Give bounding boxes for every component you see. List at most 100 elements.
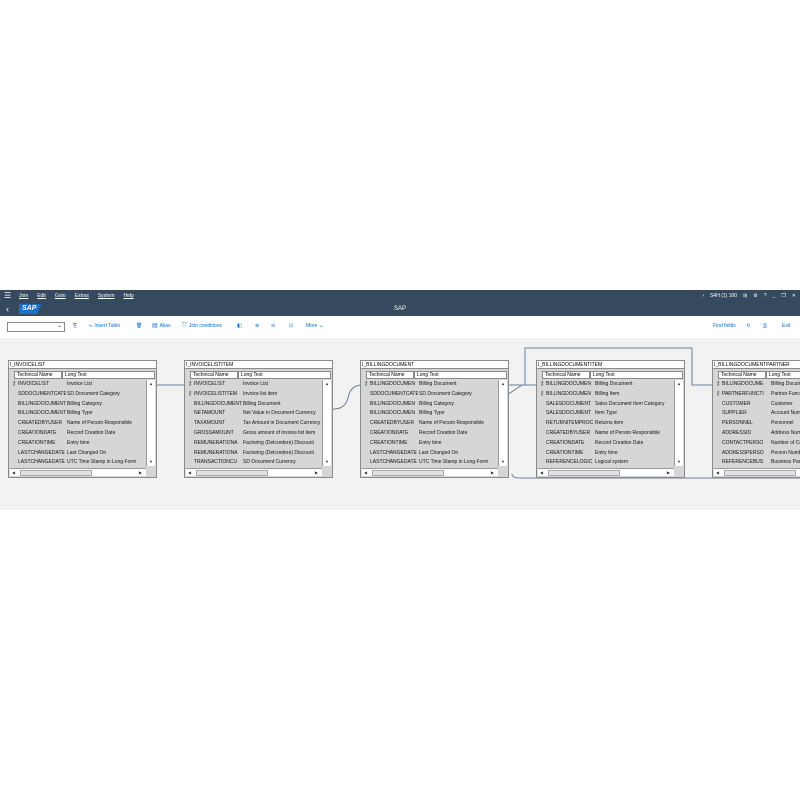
horizontal-scrollbar[interactable]: ◀ ▶	[538, 468, 674, 476]
scroll-thumb[interactable]	[724, 470, 796, 476]
field-row[interactable]: ⚷ INVOICELIST Invoice List	[10, 380, 146, 390]
help-icon[interactable]: ?	[764, 290, 767, 302]
scroll-left-icon[interactable]: ◀	[188, 469, 191, 476]
field-row[interactable]: BILLINGDOCUMENT Billing Category	[10, 400, 146, 410]
scroll-right-icon[interactable]: ▶	[315, 469, 318, 476]
column-header-technical-name[interactable]: Technical Name	[542, 371, 590, 379]
field-row[interactable]: BILLINGDOCUMENT Billing Document	[186, 400, 322, 410]
more-button[interactable]: More ⌄	[306, 322, 326, 331]
vertical-scrollbar[interactable]: ▲ ▼	[322, 380, 331, 466]
scroll-left-icon[interactable]: ◀	[540, 469, 543, 476]
table-box[interactable]: I_BILLINGDOCUMENTITEM Technical Name Lon…	[536, 360, 685, 478]
field-row[interactable]: BILLINGDOCUMENT Billing Type	[10, 409, 146, 419]
vertical-scrollbar[interactable]: ▲ ▼	[674, 380, 683, 466]
field-row[interactable]: LASTCHANGEDATE UTC Time Stamp in Long Fo…	[362, 458, 498, 466]
field-row[interactable]: ⚷ BILLINGDOCUMEN Billing Document	[538, 380, 674, 390]
delete-icon[interactable]: 🗑	[136, 322, 142, 331]
field-row[interactable]: PERSONNEL Personnel	[714, 419, 800, 429]
fit-icon[interactable]: ◧	[237, 322, 242, 331]
find-fields-button[interactable]: Find fields	[713, 322, 736, 331]
scroll-down-icon[interactable]: ▼	[675, 458, 683, 466]
field-row[interactable]: CREATIONTIME Entry time	[362, 439, 498, 449]
horizontal-scrollbar[interactable]: ◀ ▶	[362, 468, 498, 476]
field-row[interactable]: CUSTOMER Customer	[714, 400, 800, 410]
field-row[interactable]: LASTCHANGEDATE Last Changed On	[10, 449, 146, 459]
menu-goto[interactable]: Goto	[55, 290, 66, 302]
field-row[interactable]: ⚷ INVOICELISTITEM Invoice list item	[186, 390, 322, 400]
transaction-icon[interactable]: ⊞	[743, 290, 747, 302]
column-header-technical-name[interactable]: Technical Name	[366, 371, 414, 379]
insert-table-button[interactable]: ⤷ Insert Table	[89, 322, 120, 331]
column-header-technical-name[interactable]: Technical Name	[718, 371, 766, 379]
field-row[interactable]: CREATIONTIME Entry time	[10, 439, 146, 449]
scroll-left-icon[interactable]: ◀	[716, 469, 719, 476]
overview-icon[interactable]: ⊡	[289, 322, 293, 331]
table-name[interactable]: I_BILLINGDOCUMENT	[361, 361, 508, 369]
field-row[interactable]: CONTACTPERSO Number of Contact Person	[714, 439, 800, 449]
zoom-in-icon[interactable]: ⊕	[255, 322, 259, 331]
field-row[interactable]: ⚷ BILLINGDOCUMEN Billing Document	[362, 380, 498, 390]
view-select[interactable]: ⌄	[7, 322, 65, 332]
find-next-icon[interactable]: ⟲	[746, 322, 750, 331]
scroll-left-icon[interactable]: ◀	[12, 469, 15, 476]
field-row[interactable]: TRANSACTIONCU SD Document Currency	[186, 458, 322, 466]
vertical-scrollbar[interactable]: ▲ ▼	[498, 380, 507, 466]
alias-button[interactable]: ▤ Alias	[152, 322, 171, 331]
table-name[interactable]: I_INVOICELISTITEM	[185, 361, 332, 369]
scroll-up-icon[interactable]: ▲	[147, 380, 155, 388]
field-row[interactable]: CREATIONDATE Record Creation Date	[10, 429, 146, 439]
scroll-thumb[interactable]	[548, 470, 620, 476]
menu-help[interactable]: Help	[124, 290, 134, 302]
scroll-up-icon[interactable]: ▲	[675, 380, 683, 388]
field-row[interactable]: CREATEDBYUSER Name of Person Responsible	[538, 429, 674, 439]
field-row[interactable]: RETURNITEMPROC Returns item	[538, 419, 674, 429]
field-row[interactable]: ⚷ PARTNERFUNCTI Partner Function	[714, 390, 800, 400]
scroll-thumb[interactable]	[20, 470, 92, 476]
scroll-down-icon[interactable]: ▼	[499, 458, 507, 466]
menu-edit[interactable]: Edit	[37, 290, 46, 302]
table-box[interactable]: I_BILLINGDOCUMENTPARTNER Technical Name …	[712, 360, 800, 478]
scroll-up-icon[interactable]: ▲	[499, 380, 507, 388]
menu-join[interactable]: Join	[19, 290, 28, 302]
horizontal-scrollbar[interactable]: ◀ ▶	[714, 468, 800, 476]
field-row[interactable]: BILLINGDOCUMEN Billing Category	[362, 400, 498, 410]
field-row[interactable]: LASTCHANGEDATE Last Changed On	[362, 449, 498, 459]
scroll-down-icon[interactable]: ▼	[147, 458, 155, 466]
field-row[interactable]: CREATIONDATE Record Creation Date	[362, 429, 498, 439]
field-row[interactable]: SUPPLIER Account Number	[714, 409, 800, 419]
field-row[interactable]: CREATIONDATE Record Creation Date	[538, 439, 674, 449]
menu-extras[interactable]: Extras	[75, 290, 89, 302]
field-row[interactable]: SDDOCUMENTCATE SD Document Category	[10, 390, 146, 400]
table-box[interactable]: I_INVOICELIST Technical Name Long Text ⚷…	[8, 360, 157, 478]
field-row[interactable]: REFERENCEBUS Business Partner	[714, 458, 800, 466]
field-row[interactable]: ⚷ INVOICELIST Invoice List	[186, 380, 322, 390]
column-header-long-text[interactable]: Long Text	[590, 371, 683, 379]
horizontal-scrollbar[interactable]: ◀ ▶	[186, 468, 322, 476]
column-header-long-text[interactable]: Long Text	[238, 371, 331, 379]
scroll-right-icon[interactable]: ▶	[491, 469, 494, 476]
chevron-right-icon[interactable]: ›	[702, 290, 704, 302]
field-row[interactable]: CREATEDBYUSER Name of Person Responsible	[362, 419, 498, 429]
exit-button[interactable]: Exit	[782, 322, 790, 331]
minimize-icon[interactable]: _	[773, 290, 776, 302]
settings-icon[interactable]: ⚙	[753, 290, 757, 302]
column-header-long-text[interactable]: Long Text	[766, 371, 800, 379]
table-name[interactable]: I_BILLINGDOCUMENTITEM	[537, 361, 684, 369]
zoom-out-icon[interactable]: ⊖	[271, 322, 275, 331]
field-row[interactable]: REFERENCELOGIC Logical system	[538, 458, 674, 466]
horizontal-scrollbar[interactable]: ◀ ▶	[10, 468, 146, 476]
restore-icon[interactable]: ❐	[781, 290, 785, 302]
field-row[interactable]: ADDRESSPERSO Person Number	[714, 449, 800, 459]
field-row[interactable]: GROSSAMOUNT Gross amount of invoice list…	[186, 429, 322, 439]
vertical-scrollbar[interactable]: ▲ ▼	[146, 380, 155, 466]
field-row[interactable]: SALESDOCUMENT Item Type	[538, 409, 674, 419]
scroll-down-icon[interactable]: ▼	[323, 458, 331, 466]
join-canvas[interactable]: I_INVOICELIST Technical Name Long Text ⚷…	[0, 338, 800, 510]
scroll-thumb[interactable]	[372, 470, 444, 476]
field-row[interactable]: CREATEDBYUSER Name of Person Responsible	[10, 419, 146, 429]
table-box[interactable]: I_INVOICELISTITEM Technical Name Long Te…	[184, 360, 333, 478]
close-icon[interactable]: ✕	[792, 290, 796, 302]
table-box[interactable]: I_BILLINGDOCUMENT Technical Name Long Te…	[360, 360, 509, 478]
field-row[interactable]: ⚷ BILLINGDOCUME Billing Document	[714, 380, 800, 390]
print-icon[interactable]: ⎙	[763, 322, 767, 331]
